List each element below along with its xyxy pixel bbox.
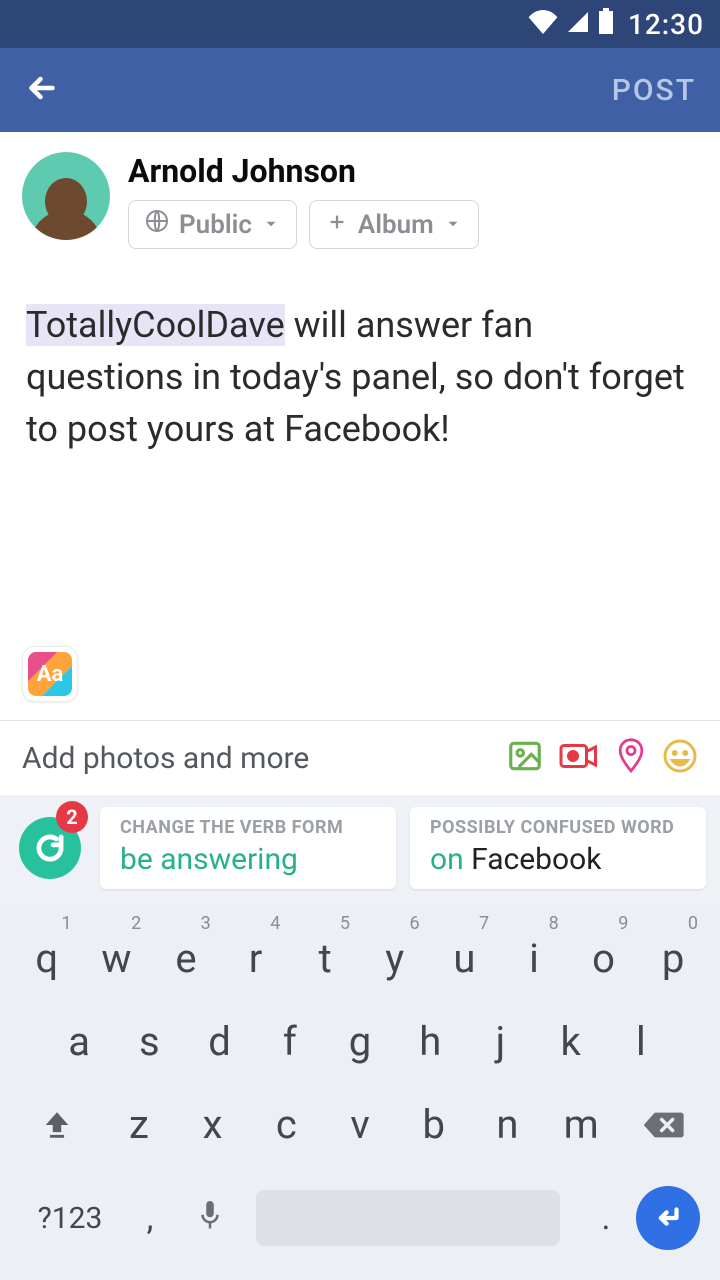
keyboard-row-1: q1w2e3r4t5y6u7i8o9p0 [6, 917, 714, 1000]
back-arrow-icon[interactable] [24, 70, 60, 110]
suggestion-replacement: be answering [120, 842, 298, 877]
author-name: Arnold Johnson [128, 152, 479, 190]
suggestion-caption: POSSIBLY CONFUSED WORD [430, 817, 686, 838]
shift-key[interactable] [12, 1108, 102, 1142]
key-v[interactable]: v [323, 1101, 397, 1148]
album-label: Album [358, 210, 434, 240]
key-p[interactable]: p0 [638, 935, 708, 982]
plus-icon [326, 210, 348, 240]
key-b[interactable]: b [397, 1101, 471, 1148]
emoji-face-icon[interactable] [662, 738, 698, 778]
key-o[interactable]: o9 [569, 935, 639, 982]
key-l[interactable]: l [606, 1018, 676, 1065]
space-key[interactable] [256, 1190, 560, 1246]
suggestion-card-1[interactable]: CHANGE THE VERB FORM be answering [100, 807, 396, 889]
suggestion-context: Facebook [471, 842, 601, 877]
key-u[interactable]: u7 [430, 935, 500, 982]
key-c[interactable]: c [249, 1101, 323, 1148]
period-key[interactable]: . [576, 1198, 636, 1238]
key-s[interactable]: s [114, 1018, 184, 1065]
post-highlight: TotallyCoolDave [26, 304, 285, 346]
background-style-row: Aa [0, 646, 720, 720]
cell-signal-icon [566, 8, 590, 41]
key-a[interactable]: a [44, 1018, 114, 1065]
key-w[interactable]: w2 [82, 935, 152, 982]
status-bar: 12:30 [0, 0, 720, 48]
key-q[interactable]: q1 [12, 935, 82, 982]
grammarly-button[interactable]: 2 [14, 807, 86, 889]
avatar[interactable] [22, 152, 110, 240]
backspace-key[interactable] [618, 1108, 708, 1142]
grammarly-suggestion-strip: 2 CHANGE THE VERB FORM be answering POSS… [0, 795, 720, 903]
comma-key[interactable]: , [120, 1198, 180, 1238]
key-t[interactable]: t5 [290, 935, 360, 982]
key-j[interactable]: j [465, 1018, 535, 1065]
key-x[interactable]: x [176, 1101, 250, 1148]
author-block: Arnold Johnson Public Album [0, 132, 720, 259]
key-r[interactable]: r4 [221, 935, 291, 982]
keyboard-row-3: zxcvbnm [6, 1083, 714, 1166]
album-selector[interactable]: Album [309, 200, 479, 249]
background-style-button[interactable]: Aa [22, 646, 78, 702]
keyboard-row-4: ?123 , . [6, 1166, 714, 1270]
app-header: POST [0, 48, 720, 132]
audience-selector[interactable]: Public [128, 200, 297, 249]
audience-label: Public [179, 210, 252, 240]
key-d[interactable]: d [184, 1018, 254, 1065]
key-i[interactable]: i8 [499, 935, 569, 982]
add-media-label: Add photos and more [22, 741, 309, 776]
key-y[interactable]: y6 [360, 935, 430, 982]
add-media-bar[interactable]: Add photos and more [0, 720, 720, 795]
photo-icon[interactable] [506, 737, 544, 779]
key-e[interactable]: e3 [151, 935, 221, 982]
live-video-icon[interactable] [558, 737, 600, 779]
symbols-key[interactable]: ?123 [20, 1201, 120, 1236]
keyboard-row-2: asdfghjkl [6, 1000, 714, 1083]
key-h[interactable]: h [395, 1018, 465, 1065]
key-k[interactable]: k [536, 1018, 606, 1065]
suggestion-replacement: on [430, 842, 471, 877]
enter-key[interactable] [636, 1186, 700, 1250]
key-m[interactable]: m [544, 1101, 618, 1148]
post-button[interactable]: POST [612, 73, 696, 108]
grammarly-badge: 2 [56, 801, 88, 833]
key-z[interactable]: z [102, 1101, 176, 1148]
battery-icon [598, 8, 614, 41]
key-g[interactable]: g [325, 1018, 395, 1065]
soft-keyboard: q1w2e3r4t5y6u7i8o9p0 asdfghjkl zxcvbnm ?… [0, 903, 720, 1280]
suggestion-card-2[interactable]: POSSIBLY CONFUSED WORD on Facebook [410, 807, 706, 889]
status-time: 12:30 [628, 8, 704, 41]
key-n[interactable]: n [471, 1101, 545, 1148]
location-pin-icon[interactable] [614, 737, 648, 779]
key-f[interactable]: f [255, 1018, 325, 1065]
globe-icon [145, 209, 169, 240]
wifi-icon [528, 8, 558, 41]
chevron-down-icon [262, 210, 280, 240]
suggestion-caption: CHANGE THE VERB FORM [120, 817, 376, 838]
style-button-text: Aa [37, 662, 64, 687]
mic-key[interactable] [180, 1198, 240, 1238]
post-text-input[interactable]: TotallyCoolDave will answer fan question… [0, 259, 720, 476]
chevron-down-icon [444, 210, 462, 240]
